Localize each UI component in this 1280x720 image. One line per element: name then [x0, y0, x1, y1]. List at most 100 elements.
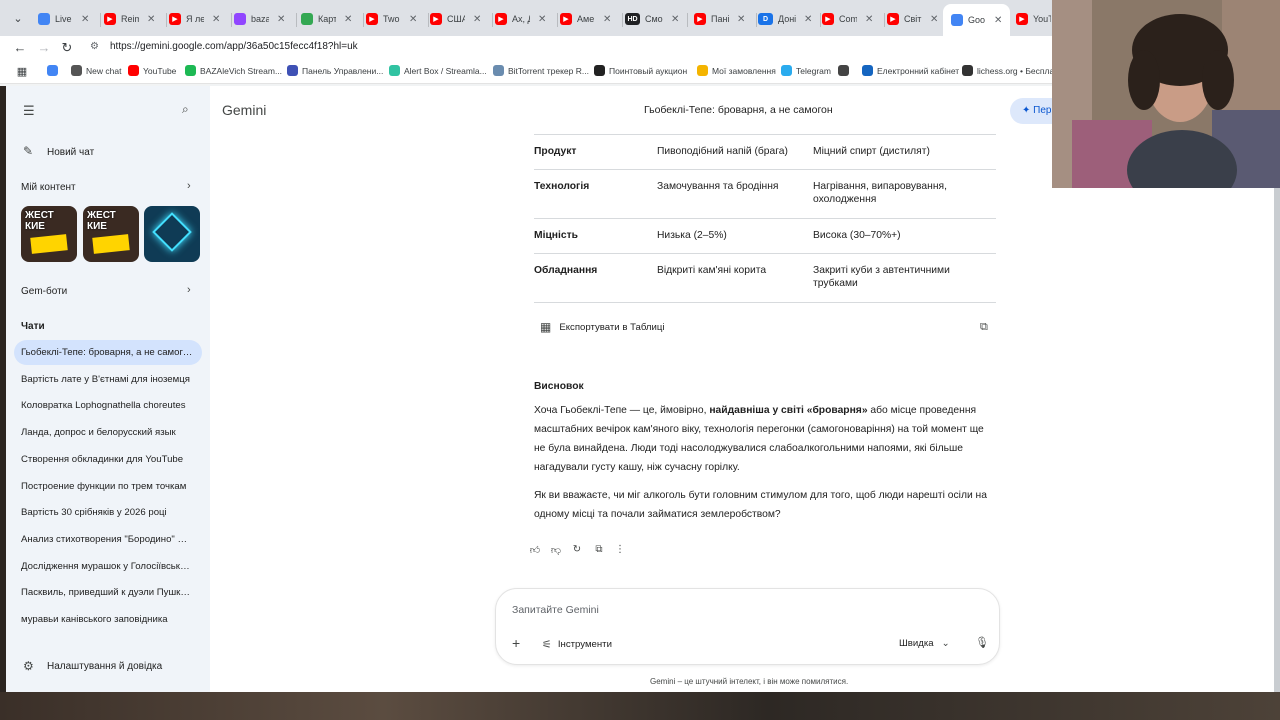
tab-separator — [166, 13, 167, 27]
chevron-right-icon[interactable]: › — [187, 284, 191, 296]
bookmark[interactable]: Панель Управлени... — [287, 65, 383, 76]
close-tab-icon[interactable]: ✕ — [81, 14, 89, 25]
settings-icon[interactable]: ⚙ — [23, 659, 34, 673]
table-cell: Низька (2–5%) — [657, 230, 727, 241]
tab-separator — [492, 13, 493, 27]
apps-icon[interactable]: ▦ — [14, 64, 30, 80]
tools-button[interactable]: ⚟ Інструменти — [542, 638, 612, 651]
thumbs-down-icon[interactable]: 👎︎ — [549, 544, 563, 556]
bookmark-label: Електронний кабінет — [877, 65, 960, 76]
prompt-box: Запитайте Gemini + ⚟ Інструменти Швидка ⌄… — [495, 588, 1000, 665]
tab[interactable]: ▶ Com ✕ — [822, 8, 873, 30]
more-options-icon[interactable]: ⋮ — [613, 544, 627, 555]
tab-separator — [557, 13, 558, 27]
chat-item[interactable]: Пасквиль, приведший к дуэли Пушкина — [21, 587, 193, 598]
forward-icon[interactable]: → — [36, 40, 52, 56]
thumbnail-banner — [30, 234, 68, 254]
tab-favicon-icon — [951, 14, 963, 26]
close-tab-icon[interactable]: ✕ — [409, 14, 417, 25]
chat-item[interactable]: Вартість 30 срібняків у 2026 році — [21, 507, 193, 518]
bookmark[interactable]: YouTube — [128, 65, 176, 76]
bookmark[interactable]: Telegram — [781, 65, 831, 76]
chat-item[interactable]: Ланда, допрос и белорусский язык — [21, 427, 193, 438]
export-to-sheets-button[interactable]: ▦ Експортувати в Таблиці — [540, 320, 665, 334]
edit-icon[interactable]: ✎ — [23, 144, 33, 158]
thumbs-up-icon[interactable]: 👍︎ — [528, 544, 542, 556]
tab[interactable]: D Доні ✕ — [758, 8, 812, 30]
bookmark[interactable] — [47, 65, 62, 76]
bookmark[interactable]: BitTorrent трекер R... — [493, 65, 589, 76]
back-icon[interactable]: ← — [12, 40, 28, 56]
bookmark[interactable]: BAZAleVich Stream... — [185, 65, 282, 76]
bookmark[interactable] — [838, 65, 853, 76]
chat-item[interactable]: Дослідження мурашок у Голосіївському ліс… — [21, 561, 193, 572]
chat-item[interactable]: Построение функции по трем точкам — [21, 481, 193, 492]
bookmark[interactable]: lichess.org • Беспла... — [962, 65, 1061, 76]
site-info-icon[interactable]: ⚙ — [90, 41, 99, 52]
content-thumbnail[interactable] — [144, 206, 200, 262]
bookmark[interactable]: Поинтовый аукцион — [594, 65, 687, 76]
close-tab-icon[interactable]: ✕ — [344, 14, 352, 25]
new-chat-button[interactable]: Новий чат — [47, 147, 94, 158]
chevron-right-icon[interactable]: › — [187, 180, 191, 192]
regenerate-icon[interactable]: ↻ — [570, 544, 584, 555]
close-tab-icon[interactable]: ✕ — [277, 14, 285, 25]
bookmark[interactable]: Електронний кабінет — [862, 65, 959, 76]
gems-heading[interactable]: Gem-боти — [21, 286, 67, 297]
address-bar[interactable]: https://gemini.google.com/app/36a50c15fe… — [110, 41, 358, 52]
bookmark-label: YouTube — [143, 65, 177, 76]
tab[interactable]: ▶ Reim ✕ — [104, 8, 155, 30]
close-tab-icon[interactable]: ✕ — [473, 14, 481, 25]
close-tab-icon[interactable]: ✕ — [671, 14, 679, 25]
content-thumbnail[interactable]: ЖЕСТ КИЕ — [21, 206, 77, 262]
tab[interactable]: ▶ Світ ✕ — [887, 8, 938, 30]
close-tab-icon[interactable]: ✕ — [994, 15, 1002, 26]
search-icon[interactable]: ⌕ — [182, 102, 189, 117]
microphone-icon[interactable]: 🎙︎ — [975, 636, 989, 649]
menu-icon[interactable]: ☰ — [23, 103, 35, 119]
chat-item[interactable]: Гьобеклі-Тепе: броварня, а не самогон — [21, 347, 193, 358]
chat-item[interactable]: Анализ стихотворения "Бородино" Лермонто… — [21, 534, 193, 545]
tab[interactable]: baza ✕ — [234, 8, 285, 30]
bookmark[interactable]: Alert Box / Streamla... — [389, 65, 487, 76]
tab[interactable]: ▶ Ах, Д ✕ — [495, 8, 546, 30]
tab[interactable]: Live ✕ — [38, 8, 89, 30]
close-tab-icon[interactable]: ✕ — [538, 14, 546, 25]
close-tab-icon[interactable]: ✕ — [603, 14, 611, 25]
content-thumbnail[interactable]: ЖЕСТ КИЕ — [83, 206, 139, 262]
tab[interactable]: ▶ Я ле ✕ — [169, 8, 220, 30]
chat-title[interactable]: Гьобеклі-Тепе: броварня, а не самогон — [644, 104, 833, 116]
chat-item[interactable]: Створення обкладинки для YouTube — [21, 454, 193, 465]
tab[interactable]: ▶ Two ✕ — [366, 8, 417, 30]
tab-title: baza — [251, 14, 269, 24]
tab[interactable]: Карт ✕ — [301, 8, 352, 30]
gemini-logo[interactable]: Gemini — [222, 102, 266, 118]
copy-icon[interactable]: ⧉ — [980, 321, 988, 334]
tab[interactable]: ▶ США ✕ — [430, 8, 481, 30]
add-icon[interactable]: + — [512, 635, 520, 651]
my-content-heading[interactable]: Мій контент — [21, 182, 76, 193]
close-tab-icon[interactable]: ✕ — [737, 14, 745, 25]
close-tab-icon[interactable]: ✕ — [147, 14, 155, 25]
tab-search-icon[interactable]: ⌄ — [10, 11, 26, 27]
chat-item[interactable]: муравьи канівського заповідника — [21, 614, 193, 625]
close-tab-icon[interactable]: ✕ — [930, 14, 938, 25]
chat-item[interactable]: Коловратка Lophognathella choreutes — [21, 400, 193, 411]
tab[interactable]: Goo ✕ — [943, 4, 1011, 36]
bookmark[interactable]: Мої замовлення — [697, 65, 776, 76]
tab-favicon-icon — [38, 13, 50, 25]
chat-item[interactable]: Вартість лате у В'єтнамі для іноземця — [21, 374, 193, 385]
close-tab-icon[interactable]: ✕ — [804, 14, 812, 25]
bookmark[interactable]: New chat — [71, 65, 121, 76]
conclusion-paragraph: Хоча Гьобеклі-Тепе — це, ймовірно, найда… — [534, 405, 984, 473]
copy-response-icon[interactable]: ⧉ — [592, 544, 606, 555]
tab[interactable]: ▶ Пані ✕ — [694, 8, 745, 30]
tab[interactable]: HD Смо ✕ — [625, 8, 679, 30]
reload-icon[interactable]: ↻ — [59, 40, 75, 56]
tab[interactable]: ▶ Аме ✕ — [560, 8, 611, 30]
settings-button[interactable]: Налаштування й довідка — [47, 661, 162, 672]
model-mode-select[interactable]: Швидка ⌄ — [899, 638, 950, 649]
close-tab-icon[interactable]: ✕ — [212, 14, 220, 25]
prompt-input[interactable]: Запитайте Gemini — [512, 604, 599, 616]
close-tab-icon[interactable]: ✕ — [865, 14, 873, 25]
